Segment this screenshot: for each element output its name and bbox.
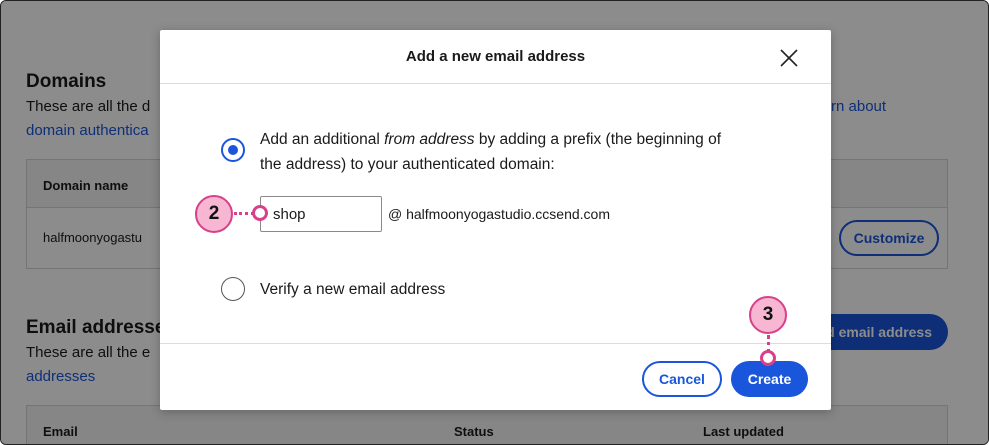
prefix-option-text-emphasis: from address [384,131,475,148]
callout-3-marker [760,350,776,366]
cancel-button[interactable]: Cancel [642,361,722,397]
modal-title: Add a new email address [405,48,586,65]
callout-2-marker [252,205,268,221]
create-button[interactable]: Create [731,361,808,397]
screenshot-frame: Domains These are all the d rn about dom… [0,0,989,445]
domain-suffix: @ halfmoonyogastudio.ccsend.com [388,206,610,222]
callout-2-badge: 2 [195,195,233,233]
prefix-option-label-line2: the address) to your authenticated domai… [260,156,555,173]
verify-option-label: Verify a new email address [260,281,446,298]
callout-2-connector [234,212,254,215]
close-icon[interactable] [778,47,800,69]
prefix-input[interactable] [260,196,382,232]
prefix-option-text-end: by adding a prefix (the beginning of [474,131,722,148]
verify-option-radio[interactable] [221,277,245,301]
modal-footer: Cancel Create [160,343,831,410]
callout-3-badge: 3 [749,296,787,334]
prefix-option-radio[interactable] [221,138,245,162]
modal-header: Add a new email address [160,30,831,84]
prefix-option-text-start: Add an additional [260,131,385,148]
prefix-option-label: Add an additional from address by adding… [260,127,721,152]
